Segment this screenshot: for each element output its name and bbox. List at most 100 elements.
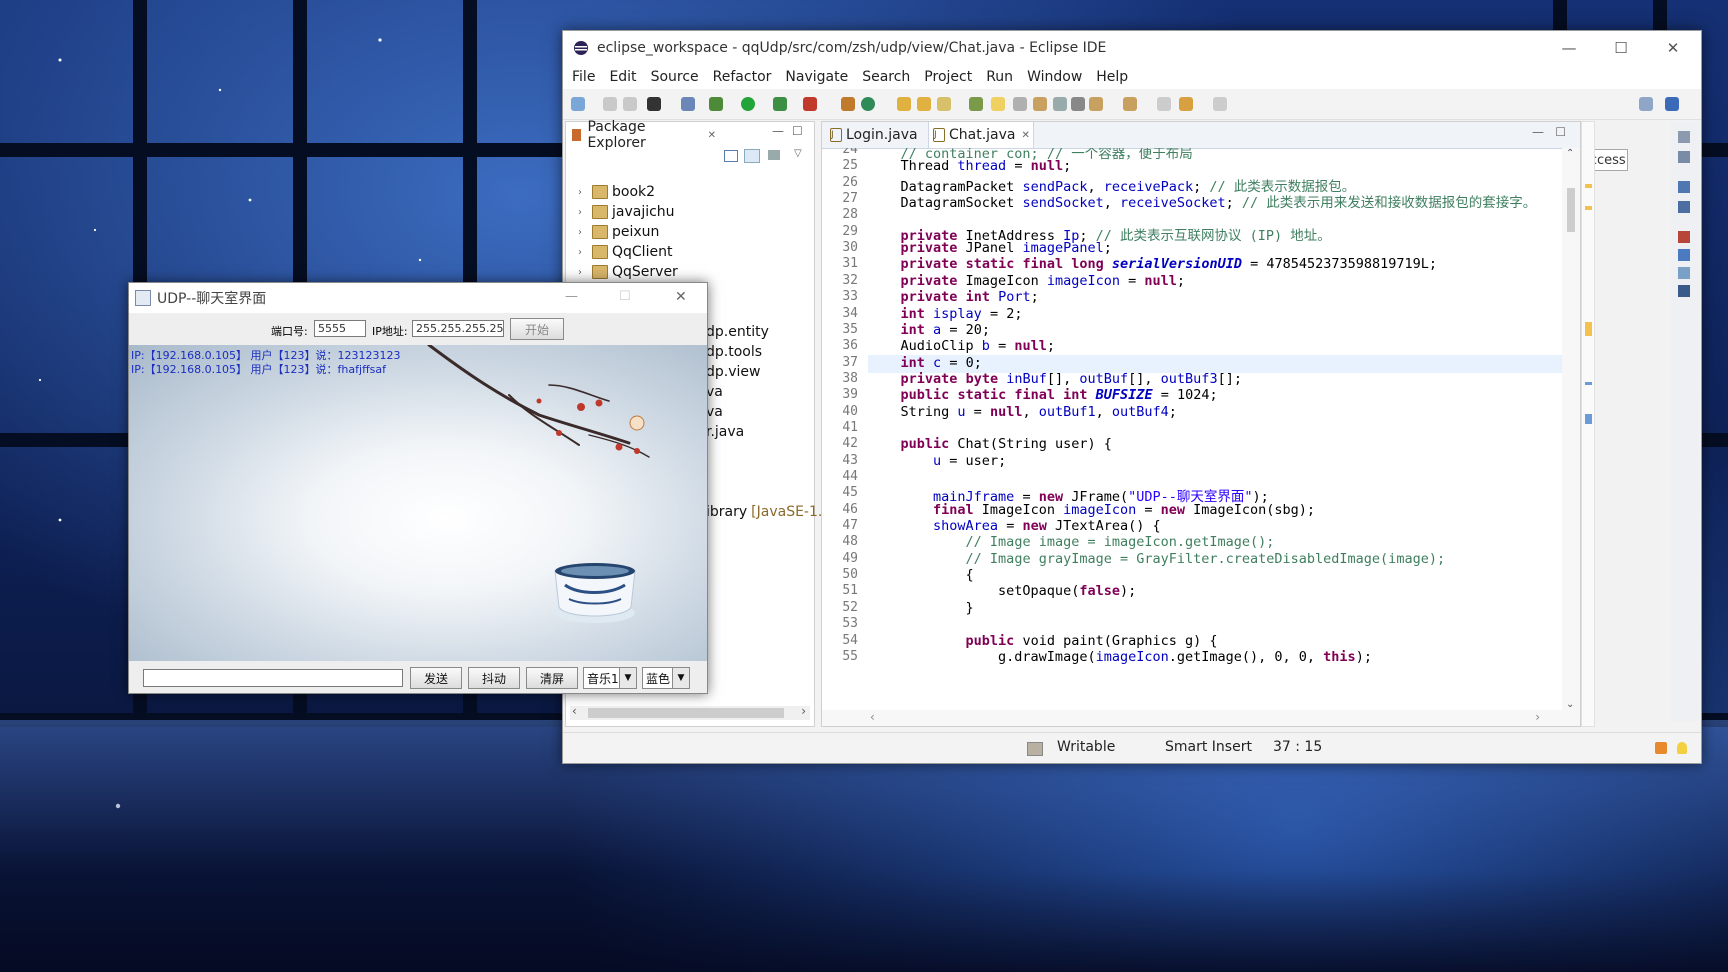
pilcrow-icon[interactable] [1071,97,1085,111]
expand-arrow-icon[interactable]: › [578,267,592,278]
message-input[interactable] [143,669,403,687]
tip-bulb-icon[interactable] [1677,742,1687,754]
outline-view-icon[interactable] [1678,131,1690,143]
horizontal-scrollbar[interactable]: ‹ › [570,704,810,720]
tree-item-project[interactable]: › QqClient [578,242,672,262]
horizontal-scrollbar[interactable]: ‹ › [822,710,1580,726]
code-line[interactable]: showArea = new JTextArea() { [868,518,1161,536]
back-icon[interactable] [1179,97,1193,111]
code-line[interactable]: AudioClip b = null; [868,338,1055,356]
code-line[interactable]: // Image image = imageIcon.getImage(); [868,534,1275,552]
code-line[interactable]: private byte inBuf[], outBuf[], outBuf3[… [868,371,1242,389]
overview-ruler[interactable] [1581,121,1595,727]
maximize-view-icon[interactable]: ☐ [792,124,803,138]
focus-icon[interactable] [768,150,780,160]
code-line[interactable]: private JPanel imagePanel; [868,240,1112,258]
tree-item-file[interactable]: r.java [706,422,744,442]
tree-item-package[interactable]: dp.view [706,362,760,382]
code-area[interactable]: 24 // container con; // 一个容器，便于布局 25 Thre… [822,148,1562,710]
code-line[interactable]: Thread thread = null; [868,158,1072,176]
code-line[interactable]: u = user; [868,453,1006,471]
previous-annotation-icon[interactable] [1123,97,1137,111]
forward-icon[interactable] [1213,97,1227,111]
tree-item-library[interactable]: ibrary [JavaSE-1.8 [706,502,831,522]
code-line[interactable]: // Image grayImage = GrayFilter.createDi… [868,551,1446,569]
menu-project[interactable]: Project [917,69,979,85]
occurrence-marker-icon[interactable] [1585,382,1592,385]
minimize-view-icon[interactable]: — [772,124,784,138]
tree-item-project[interactable]: › book2 [578,182,655,202]
code-line[interactable]: public Chat(String user) { [868,436,1112,454]
eclipse-titlebar[interactable]: eclipse_workspace - qqUdp/src/com/zsh/ud… [563,31,1701,65]
tab-chat-java[interactable]: J Chat.java ✕ [928,122,1034,148]
tree-item-project[interactable]: › javajichu [578,202,675,222]
menu-edit[interactable]: Edit [602,69,643,85]
warning-marker-icon[interactable] [1585,322,1592,336]
music-select[interactable]: 音乐1 ▼ [583,667,637,689]
chevron-down-icon[interactable]: ▼ [672,668,689,688]
tree-item-package[interactable]: dp.entity [706,322,769,342]
code-line[interactable]: String u = null, outBuf1, outBuf4; [868,404,1177,422]
tree-item-file[interactable]: va [706,402,723,422]
start-button[interactable]: 开始 [510,318,564,340]
tree-item-project[interactable]: › QqServer [578,262,678,282]
maximize-editor-icon[interactable]: ☐ [1555,125,1566,139]
debug-icon[interactable] [709,97,723,111]
java-perspective-icon[interactable] [1665,97,1679,111]
scroll-down-icon[interactable]: ⌄ [1566,699,1574,710]
code-line[interactable]: } [868,600,974,618]
coverage-icon[interactable] [773,97,787,111]
outline-icon[interactable] [1678,181,1690,193]
scroll-left-icon[interactable]: ‹ [870,710,875,724]
expand-arrow-icon[interactable]: › [578,207,592,218]
tree-item-package[interactable]: dp.tools [706,342,762,362]
minimize-button[interactable]: — [565,289,578,304]
shake-button[interactable]: 抖动 [468,667,520,689]
highlight-icon[interactable] [991,97,1005,111]
code-line[interactable]: int a = 20; [868,322,990,340]
close-button[interactable]: ✕ [1647,31,1699,65]
menu-search[interactable]: Search [855,69,917,85]
minimize-editor-icon[interactable]: — [1532,125,1544,139]
send-button[interactable]: 发送 [410,667,462,689]
scrollbar-thumb[interactable] [588,708,784,718]
last-edit-icon[interactable] [1157,97,1171,111]
external-tools-icon[interactable] [803,97,817,111]
warning-marker-icon[interactable] [1585,206,1592,210]
tree-item-file[interactable]: va [706,382,723,402]
word-wrap-icon[interactable] [1053,97,1067,111]
warning-marker-icon[interactable] [1585,184,1592,188]
task-list-icon[interactable] [1678,151,1690,163]
code-line[interactable]: g.drawImage(imageIcon.getImage(), 0, 0, … [868,649,1372,667]
maximize-button[interactable]: ☐ [619,289,631,304]
color-select[interactable]: 蓝色 ▼ [642,667,690,689]
new-java-project-icon[interactable] [841,97,855,111]
hierarchy-icon[interactable] [1678,201,1690,213]
menu-run[interactable]: Run [979,69,1020,85]
menu-help[interactable]: Help [1089,69,1135,85]
code-line[interactable]: { [868,567,974,585]
console-icon[interactable] [1678,285,1690,297]
menu-source[interactable]: Source [644,69,706,85]
chat-titlebar[interactable]: UDP--聊天室界面 — ☐ ✕ [129,283,707,313]
menu-file[interactable]: File [565,69,602,85]
problems-icon[interactable] [1678,231,1690,243]
new-icon[interactable] [571,97,585,111]
open-task-icon[interactable] [917,97,931,111]
port-input[interactable]: 5555 [314,320,366,337]
package-explorer-tab[interactable]: Package Explorer ✕ [566,119,716,151]
save-icon[interactable] [603,97,617,111]
expand-arrow-icon[interactable]: › [578,187,592,198]
menu-window[interactable]: Window [1020,69,1089,85]
chevron-down-icon[interactable]: ▼ [619,668,636,688]
target-icon[interactable] [647,97,661,111]
code-line[interactable]: mainJframe = new JFrame("UDP--聊天室界面"); [868,485,1269,505]
scroll-right-icon[interactable]: › [801,704,806,718]
new-class-icon[interactable] [861,97,875,111]
save-all-icon[interactable] [623,97,637,111]
ip-input[interactable]: 255.255.255.255 [412,320,504,337]
code-line[interactable]: final ImageIcon imageIcon = new ImageIco… [868,502,1315,520]
chat-message-area[interactable]: IP:【192.168.0.105】 用户【123】说：123123123 IP… [129,345,707,661]
collapse-all-icon[interactable] [724,150,738,162]
code-line[interactable]: private InetAddress Ip; // 此类表示互联网协议 (IP… [868,224,1331,244]
